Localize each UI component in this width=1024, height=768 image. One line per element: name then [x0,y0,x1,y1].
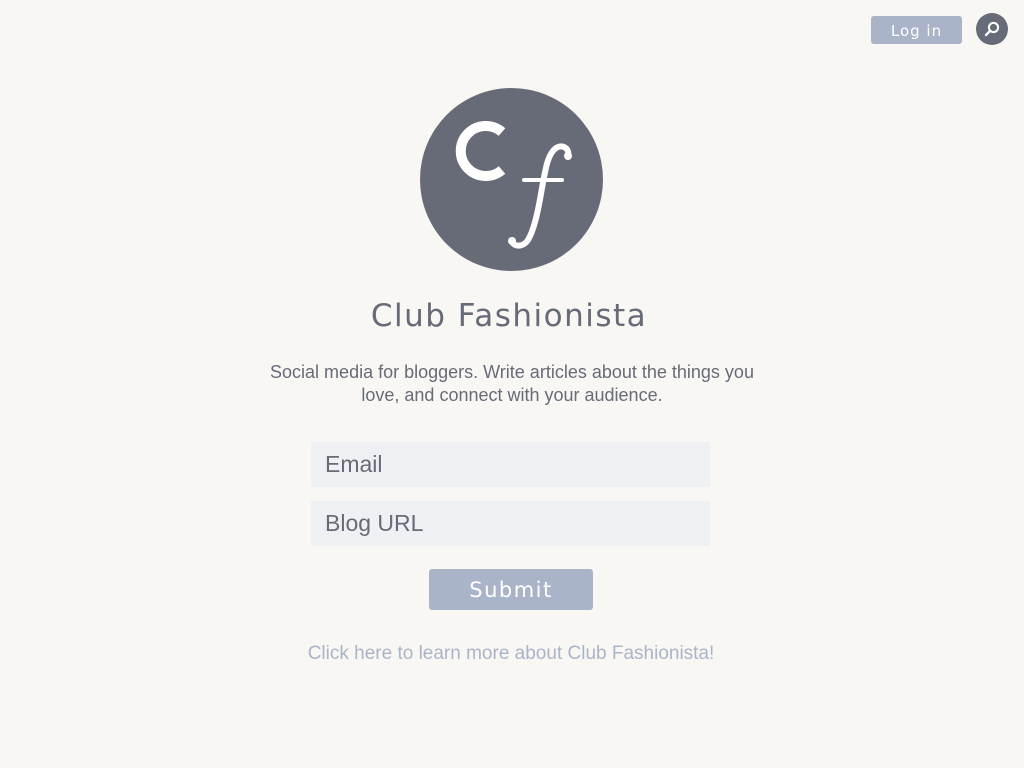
submit-button[interactable]: Submit [429,569,593,610]
club-fashionista-logo [420,88,603,271]
email-field[interactable] [311,442,710,487]
tagline: Social media for bloggers. Write article… [270,362,754,405]
search-icon [982,19,1002,39]
learn-more-link[interactable]: Click here to learn more about Club Fash… [0,643,1022,665]
blog-url-field[interactable] [311,501,710,546]
site-title: Club Fashionista [370,298,648,334]
login-button[interactable]: Log in [871,16,962,44]
search-button[interactable] [976,13,1008,45]
